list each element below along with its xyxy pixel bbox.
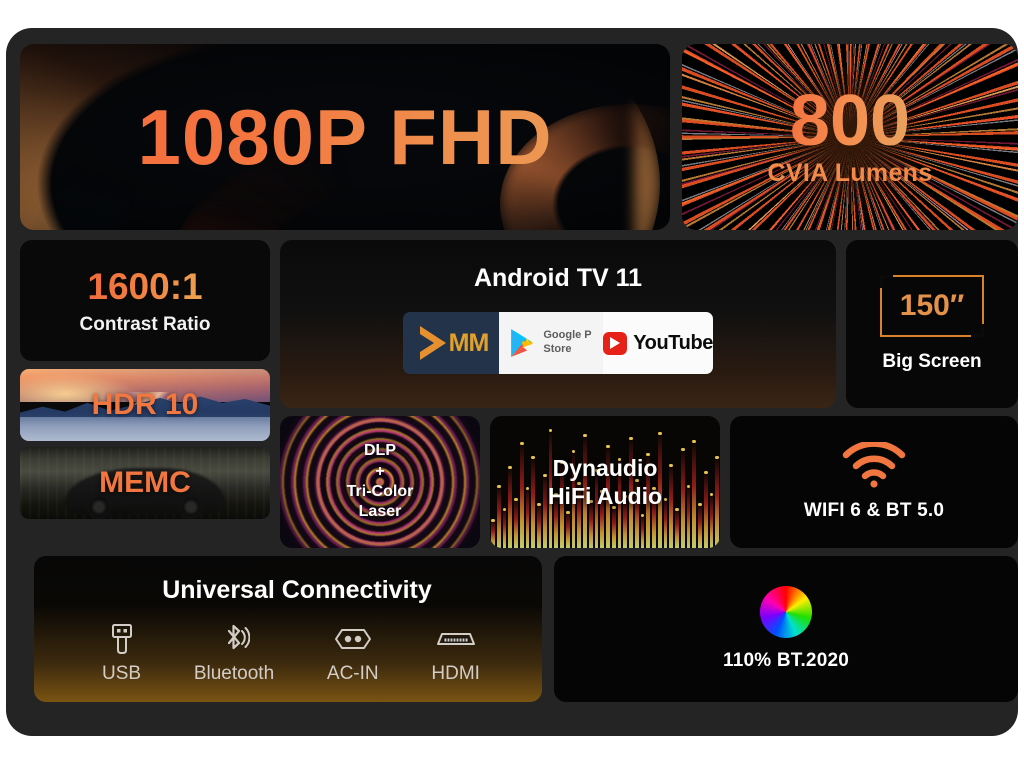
lumens-label: CVIA Lumens	[767, 158, 933, 187]
google-play-icon	[511, 329, 534, 357]
app-logo-google-play[interactable]: Google P Store	[499, 312, 603, 374]
panel-contrast-ratio: 1600:1 Contrast Ratio	[20, 240, 270, 361]
app-logo-row: MM Google P Store YouTube	[280, 312, 836, 374]
youtube-play-icon	[603, 331, 628, 355]
port-ac-in-label: AC-IN	[326, 663, 379, 684]
port-usb: USB	[102, 622, 141, 685]
contrast-label: Contrast Ratio	[79, 313, 211, 335]
port-hdmi-label: HDMI	[431, 663, 480, 684]
connectivity-port-list: USB Bluetooth AC-IN HDMI	[102, 622, 480, 685]
panel-android-tv: Android TV 11 MM Google P Store YouTube	[280, 240, 836, 408]
connectivity-title: Universal Connectivity	[162, 576, 432, 604]
panel-brightness: 800 CVIA Lumens	[682, 44, 1018, 230]
youtube-wordmark: YouTube	[633, 331, 713, 354]
panel-color-gamut: 110% BT.2020	[554, 556, 1018, 702]
panel-connectivity: Universal Connectivity USB Bluetooth AC-…	[34, 556, 542, 702]
panel-dynaudio: Dynaudio HiFi Audio	[490, 416, 720, 548]
big-screen-label: Big Screen	[882, 351, 982, 372]
usb-icon	[111, 624, 132, 654]
resolution-title: 1080P FHD	[20, 44, 670, 230]
panel-dlp-laser: DLP + Tri-Color Laser	[280, 416, 480, 548]
hdmi-icon	[436, 633, 475, 645]
color-wheel-icon	[760, 586, 812, 638]
app-logo-mx-player[interactable]: MM	[403, 312, 499, 374]
panel-memc: MEMC	[20, 447, 270, 519]
color-gamut-label: 110% BT.2020	[723, 650, 849, 671]
dynaudio-label: Dynaudio HiFi Audio	[547, 454, 663, 509]
panel-wireless: WIFI 6 & BT 5.0	[730, 416, 1018, 548]
android-tv-title: Android TV 11	[473, 264, 643, 292]
mx-player-wordmark: MM	[448, 328, 490, 357]
port-usb-label: USB	[102, 663, 142, 684]
dlp-laser-label: DLP + Tri-Color Laser	[346, 442, 414, 521]
port-ac-in: AC-IN	[327, 622, 379, 685]
port-bluetooth-label: Bluetooth	[193, 663, 275, 684]
panel-resolution: 1080P FHD	[20, 44, 670, 230]
memc-label: MEMC	[99, 466, 191, 499]
panel-hdr10: HDR 10	[20, 369, 270, 441]
wireless-label: WIFI 6 & BT 5.0	[803, 500, 945, 521]
infographic-frame: 1080P FHD 800 CVIA Lumens 1600:1 Contras…	[6, 28, 1018, 736]
lumens-value: 800	[789, 81, 911, 162]
screen-size-frame-icon: 150″	[880, 275, 984, 337]
bluetooth-icon	[227, 624, 250, 650]
ac-in-icon	[334, 629, 371, 649]
mx-player-triangle-icon	[419, 326, 446, 360]
google-play-wordmark: Google P Store	[543, 329, 592, 355]
contrast-value: 1600:1	[87, 265, 203, 307]
app-logo-youtube[interactable]: YouTube	[603, 312, 713, 374]
wifi-icon	[842, 442, 906, 488]
screen-size-value: 150″	[899, 289, 965, 322]
feature-grid: 1080P FHD 800 CVIA Lumens 1600:1 Contras…	[20, 44, 1018, 722]
panel-big-screen: 150″ Big Screen	[846, 240, 1018, 408]
port-bluetooth: Bluetooth	[194, 622, 274, 685]
port-hdmi: HDMI	[431, 622, 480, 685]
hdr10-label: HDR 10	[91, 388, 199, 421]
